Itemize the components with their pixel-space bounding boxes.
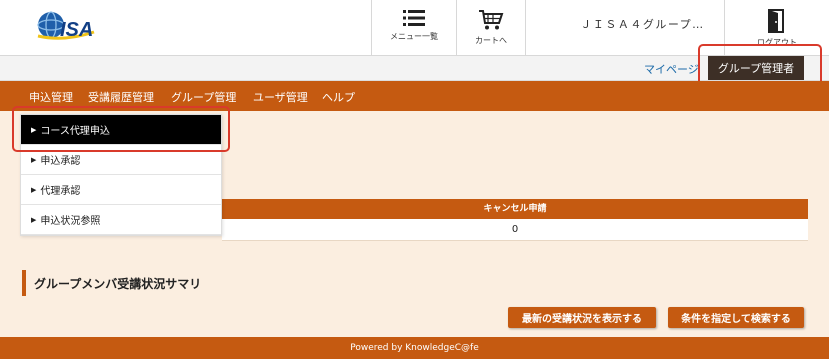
menu-item-proxy-approval[interactable]: ▶ 代理承認 bbox=[21, 175, 221, 205]
menu-list-button[interactable]: メニュー一覧 bbox=[371, 0, 456, 56]
svg-text:ISA: ISA bbox=[60, 19, 93, 41]
footer: Powered by KnowledgeC@fe bbox=[0, 337, 829, 359]
nav-application-management[interactable]: 申込管理 bbox=[29, 89, 73, 105]
nav-course-history[interactable]: 受講履歴管理 bbox=[88, 89, 154, 105]
nav-group-management[interactable]: グループ管理 bbox=[171, 89, 236, 105]
globe-icon: ISA bbox=[37, 11, 95, 41]
door-icon bbox=[768, 9, 784, 33]
section-title: グループメンバ受講状況サマリ bbox=[34, 277, 202, 291]
search-with-conditions-button[interactable]: 条件を指定して検索する bbox=[668, 307, 804, 328]
list-icon bbox=[403, 10, 425, 26]
caret-right-icon: ▶ bbox=[31, 185, 37, 194]
caret-right-icon: ▶ bbox=[31, 215, 37, 224]
menu-item-label: 申込承認 bbox=[40, 156, 81, 167]
cart-button[interactable]: カートへ bbox=[456, 0, 526, 56]
section-marker bbox=[22, 270, 26, 296]
group-name: ＪＩＳＡ４グループ… bbox=[580, 18, 705, 31]
jisa-logo[interactable]: ISA bbox=[34, 6, 124, 46]
menu-list-label: メニュー一覧 bbox=[390, 32, 438, 41]
menu-item-label: 申込状況参照 bbox=[40, 216, 101, 227]
menu-item-application-status[interactable]: ▶ 申込状況参照 bbox=[21, 205, 221, 235]
cart-label: カートへ bbox=[475, 36, 507, 45]
nav-user-management[interactable]: ユーザ管理 bbox=[253, 89, 308, 105]
highlight-box-menu-item bbox=[12, 106, 230, 152]
show-latest-status-button[interactable]: 最新の受講状況を表示する bbox=[508, 307, 656, 328]
mypage-link[interactable]: マイページ bbox=[644, 61, 699, 77]
nav-help[interactable]: ヘルプ bbox=[322, 89, 355, 105]
table-header-cancel-request: キャンセル申請 bbox=[222, 199, 808, 219]
menu-item-label: 代理承認 bbox=[40, 186, 81, 197]
cart-icon bbox=[479, 10, 504, 30]
table-cell-cancel-count: 0 bbox=[222, 219, 808, 241]
caret-right-icon: ▶ bbox=[31, 155, 37, 164]
